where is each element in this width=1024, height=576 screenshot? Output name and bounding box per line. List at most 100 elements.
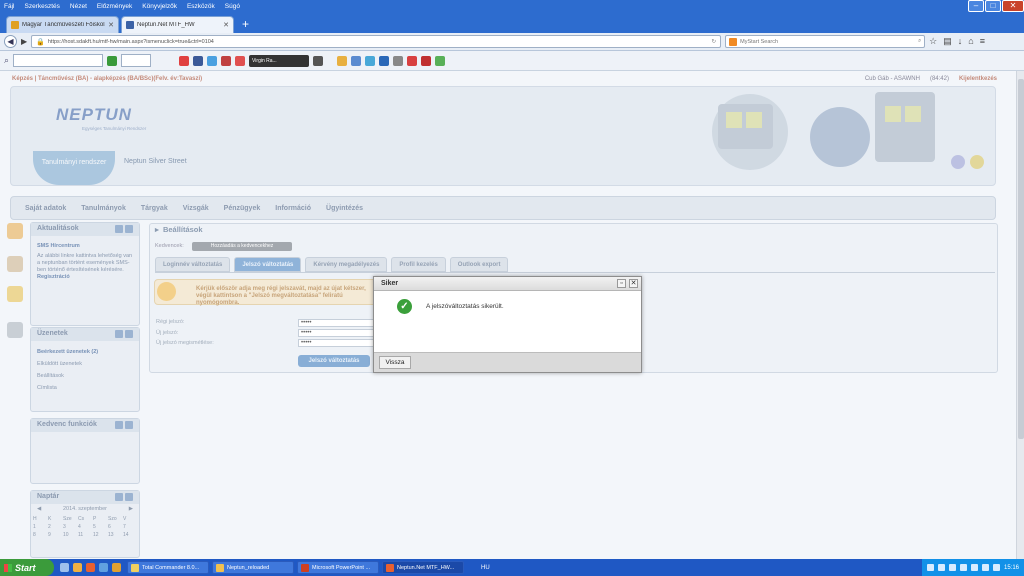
- mail-icon[interactable]: [365, 55, 376, 66]
- search-icon[interactable]: ⌕: [918, 38, 921, 45]
- task-label: Microsoft PowerPoint ...: [312, 564, 371, 571]
- powerpoint-icon: [301, 563, 309, 572]
- tray-icon[interactable]: [992, 564, 1000, 571]
- dialog-titlebar[interactable]: Siker ▫ ✕: [374, 277, 641, 291]
- toolbar-app-icon[interactable]: [351, 55, 362, 66]
- toolbar-app-icon[interactable]: [337, 55, 348, 66]
- window-controls: – □ ✕: [967, 0, 1024, 13]
- success-check-icon: ✓: [397, 299, 412, 314]
- twitter-icon[interactable]: [207, 55, 218, 66]
- network-icon[interactable]: [959, 564, 967, 571]
- tray-icon[interactable]: [981, 564, 989, 571]
- total-commander-icon: [131, 563, 139, 572]
- go-icon[interactable]: [107, 55, 118, 66]
- toolbar-app-icon[interactable]: [407, 55, 418, 66]
- menu-view[interactable]: Nézet: [70, 3, 87, 10]
- search-placeholder: MyStart Search: [740, 38, 779, 45]
- tab-label: Neptun.Net MTF_HW: [137, 22, 195, 28]
- new-tab-button[interactable]: +: [236, 16, 255, 33]
- weather-icon[interactable]: [379, 55, 390, 66]
- youtube-icon[interactable]: [235, 55, 246, 66]
- folder-icon: [216, 563, 224, 572]
- quicklaunch-icon[interactable]: [60, 563, 69, 572]
- reload-icon[interactable]: ↻: [712, 39, 717, 45]
- volume-icon[interactable]: [313, 55, 324, 66]
- toolbar-app-icon[interactable]: [421, 55, 432, 66]
- volume-icon[interactable]: [970, 564, 978, 571]
- toolbar-app-icon[interactable]: [179, 55, 190, 66]
- start-button[interactable]: Start: [0, 559, 54, 576]
- neptun-favicon-icon: [126, 21, 134, 29]
- close-window-button[interactable]: ✕: [1002, 0, 1024, 12]
- menu-edit[interactable]: Szerkesztés: [24, 3, 59, 10]
- task-label: Neptun_reloaded: [227, 564, 270, 571]
- menu-tools[interactable]: Eszközök: [187, 3, 215, 10]
- bookmarks-list-icon[interactable]: ▤: [943, 36, 952, 47]
- toolbar-app-icon[interactable]: [221, 55, 232, 66]
- tab-mtf[interactable]: Magyar Táncművészeti Főiskola ✕: [6, 16, 119, 33]
- page-scrollbar[interactable]: [1016, 71, 1024, 559]
- toolbar-search-input[interactable]: [13, 54, 104, 67]
- menu-history[interactable]: Előzmények: [97, 3, 132, 10]
- close-tab-icon[interactable]: ✕: [223, 21, 229, 29]
- menu-bar: Fájl Szerkesztés Nézet Előzmények Könyvj…: [0, 0, 967, 13]
- menu-help[interactable]: Súgó: [225, 3, 240, 10]
- maximize-button[interactable]: □: [985, 0, 1001, 12]
- bookmark-star-icon[interactable]: ☆: [929, 36, 937, 47]
- dialog-close-icon[interactable]: ✕: [629, 279, 638, 288]
- windows-taskbar: Start Total Commander 8.0... Neptun_relo…: [0, 559, 1024, 576]
- radio-player[interactable]: Virgin Ra...: [249, 54, 310, 67]
- back-button[interactable]: ◀: [4, 35, 17, 48]
- firefox-icon[interactable]: [86, 563, 95, 572]
- language-indicator[interactable]: HU: [481, 565, 490, 571]
- taskbar-powerpoint[interactable]: Microsoft PowerPoint ...: [297, 561, 379, 574]
- taskbar-neptun-folder[interactable]: Neptun_reloaded: [212, 561, 294, 574]
- forward-icon[interactable]: ▶: [21, 37, 27, 46]
- close-tab-icon[interactable]: ✕: [108, 21, 114, 29]
- tray-icon[interactable]: [926, 564, 934, 571]
- task-label: Total Commander 8.0...: [142, 564, 200, 571]
- toolbar-app-icon[interactable]: [435, 55, 446, 66]
- quick-launch: [54, 563, 127, 572]
- browser-titlebar: Fájl Szerkesztés Nézet Előzmények Könyvj…: [0, 0, 1024, 13]
- address-bar[interactable]: 🔒 https://host.sdakft.hu/mtf-hw/main.asp…: [31, 35, 722, 48]
- quicklaunch-icon[interactable]: [112, 563, 121, 572]
- toolbar-dropdown[interactable]: [121, 54, 152, 67]
- quicklaunch-icon[interactable]: [73, 563, 82, 572]
- quicklaunch-icon[interactable]: [99, 563, 108, 572]
- firefox-icon: [386, 563, 394, 572]
- task-label: Neptun.Net MTF_HW...: [397, 564, 455, 571]
- tab-label: Magyar Táncművészeti Főiskola: [22, 22, 106, 28]
- url-text: https://host.sdakft.hu/mtf-hw/main.aspx?…: [47, 38, 214, 45]
- dialog-restore-icon[interactable]: ▫: [617, 279, 626, 288]
- hamburger-menu-icon[interactable]: ≡: [980, 36, 985, 47]
- dialog-footer: Vissza: [374, 352, 641, 372]
- taskbar-firefox[interactable]: Neptun.Net MTF_HW...: [382, 561, 464, 574]
- clock: 15:16: [1003, 564, 1019, 571]
- facebook-icon[interactable]: [193, 55, 204, 66]
- tab-neptun[interactable]: Neptun.Net MTF_HW ✕: [121, 16, 234, 33]
- navigation-bar: ◀ ▶ 🔒 https://host.sdakft.hu/mtf-hw/main…: [0, 33, 1024, 51]
- home-icon[interactable]: ⌂: [968, 36, 973, 47]
- nav-icons: ☆ ▤ ↓ ⌂ ≡: [929, 36, 985, 47]
- taskbar-total-commander[interactable]: Total Commander 8.0...: [127, 561, 209, 574]
- start-label: Start: [15, 562, 36, 573]
- radio-station-label: Virgin Ra...: [252, 57, 277, 64]
- menu-file[interactable]: Fájl: [4, 3, 14, 10]
- success-dialog: Siker ▫ ✕ ✓ A jelszóváltoztatás sikerült…: [373, 276, 642, 373]
- system-tray: 15:16: [921, 559, 1024, 576]
- addon-toolbar: ⌕ Virgin Ra...: [0, 51, 1024, 71]
- menu-bookmarks[interactable]: Könyvjelzők: [142, 3, 177, 10]
- lock-icon: 🔒: [36, 38, 45, 46]
- scrollbar-thumb[interactable]: [1018, 79, 1024, 439]
- search-box[interactable]: MyStart Search ⌕: [725, 35, 926, 48]
- search-icon[interactable]: ⌕: [4, 55, 9, 66]
- dialog-title: Siker: [381, 280, 399, 287]
- tray-icon[interactable]: [937, 564, 945, 571]
- tray-icon[interactable]: [948, 564, 956, 571]
- toolbar-app-icon[interactable]: [393, 55, 404, 66]
- minimize-button[interactable]: –: [968, 0, 984, 12]
- back-button[interactable]: Vissza: [379, 356, 411, 369]
- download-icon[interactable]: ↓: [958, 36, 963, 47]
- dialog-message: A jelszóváltoztatás sikerült.: [426, 303, 504, 310]
